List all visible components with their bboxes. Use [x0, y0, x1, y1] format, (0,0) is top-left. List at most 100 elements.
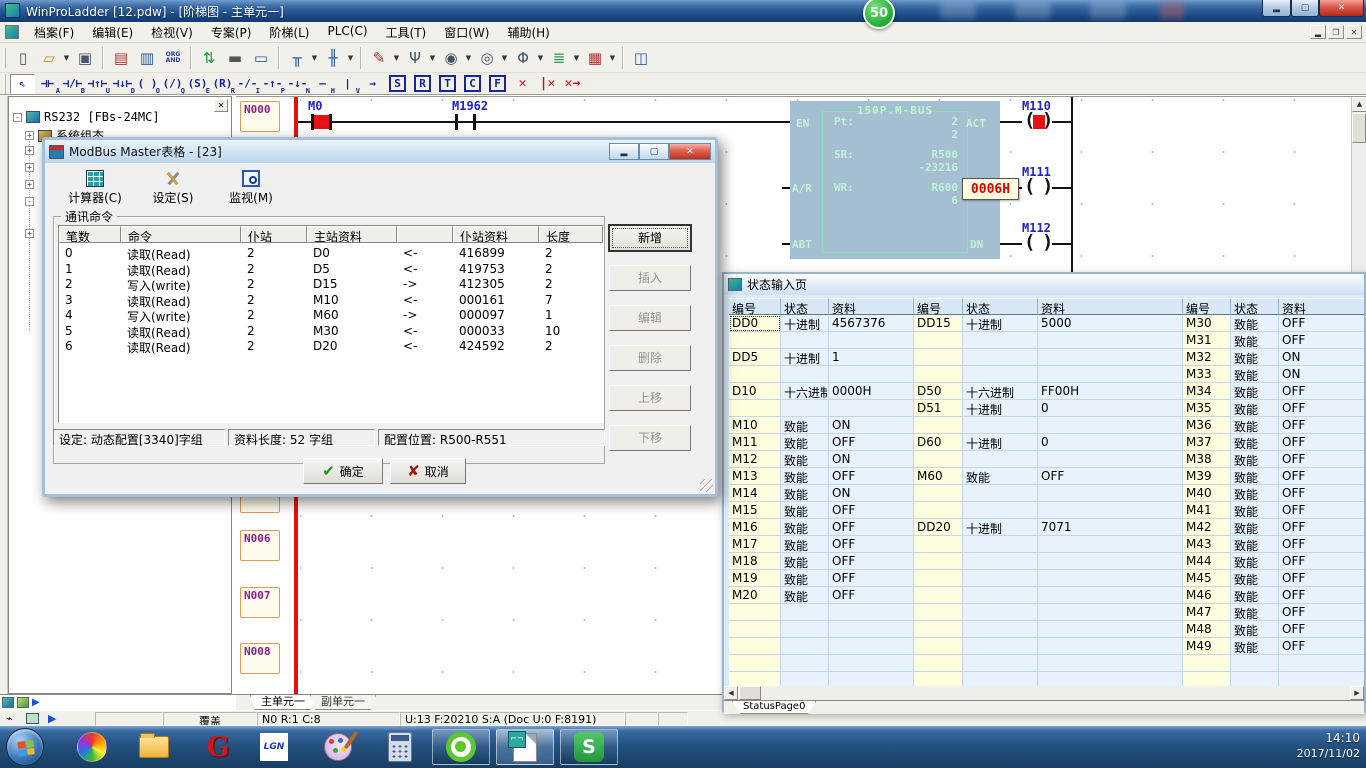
status-value-cell[interactable]: 致能 [781, 468, 829, 485]
edit-pencil-icon[interactable]: ✎ [367, 46, 391, 70]
menu-item-4[interactable]: 阶梯(L) [260, 22, 318, 43]
vertical-line-tool[interactable]: |V [335, 74, 360, 94]
status-value-cell[interactable]: 致能 [781, 502, 829, 519]
tree-expand-icon[interactable]: + [25, 146, 34, 155]
status-value-cell[interactable]: OFF [1279, 570, 1364, 587]
modbus-table-icon[interactable]: ▦ [583, 46, 607, 70]
status-id-cell[interactable] [914, 349, 963, 366]
inverted-coil-tool[interactable]: (/)Q [160, 74, 185, 94]
minimize-button[interactable]: ▂ [1262, 0, 1291, 17]
status-value-cell[interactable]: OFF [1279, 621, 1364, 638]
status-id-cell[interactable] [729, 655, 781, 672]
taskbar-lgn-icon[interactable]: LGN [252, 729, 296, 765]
status-id-cell[interactable]: M35 [1183, 400, 1231, 417]
status-value-cell[interactable]: 致能 [1231, 485, 1279, 502]
status-value-cell[interactable]: 致能 [1231, 570, 1279, 587]
status-value-cell[interactable]: 致能 [1231, 383, 1279, 400]
status-value-cell[interactable]: 十进制 [781, 315, 829, 332]
network-jump-icon[interactable]: ╥ [285, 46, 309, 70]
status-id-cell[interactable] [729, 604, 781, 621]
status-id-cell[interactable] [729, 400, 781, 417]
function-instruction-tool[interactable]: F [485, 74, 510, 94]
status-value-cell[interactable] [781, 332, 829, 349]
status-id-cell[interactable] [729, 638, 781, 655]
status-value-cell[interactable] [963, 672, 1038, 686]
status-page-tab[interactable]: StatusPage0 [732, 701, 816, 714]
status-id-cell[interactable]: M37 [1183, 434, 1231, 451]
status-value-cell[interactable] [829, 604, 914, 621]
status-value-cell[interactable]: OFF [829, 434, 914, 451]
open-file-icon[interactable]: ▱ [37, 46, 61, 70]
status-value-cell[interactable]: OFF [1279, 451, 1364, 468]
status-value-cell[interactable] [781, 604, 829, 621]
tray-clock[interactable]: 14:10 2017/11/02 [1297, 730, 1360, 762]
side-button-4[interactable]: 上移 [609, 385, 691, 411]
mdi-close-button[interactable]: ✕ [1346, 25, 1362, 39]
table-header-5[interactable]: 仆站资料 [453, 226, 539, 243]
status-id-cell[interactable]: M17 [729, 536, 781, 553]
rising-edge-tool[interactable]: -↑-P [260, 74, 285, 94]
status-value-cell[interactable] [1038, 332, 1183, 349]
status-id-cell[interactable] [729, 366, 781, 383]
status-id-cell[interactable] [914, 655, 963, 672]
status-value-cell[interactable]: OFF [1279, 604, 1364, 621]
status-value-cell[interactable]: 5000 [1038, 315, 1183, 332]
status-value-cell[interactable] [963, 638, 1038, 655]
side-button-5[interactable]: 下移 [609, 425, 691, 451]
status-value-cell[interactable]: 十六进制 [963, 383, 1038, 400]
status-value-cell[interactable]: 致能 [781, 434, 829, 451]
status-id-cell[interactable]: M44 [1183, 553, 1231, 570]
status-value-cell[interactable]: OFF [1038, 468, 1183, 485]
status-value-cell[interactable]: 致能 [781, 536, 829, 553]
return-instruction-tool[interactable]: R [410, 74, 435, 94]
status-value-cell[interactable]: OFF [1279, 638, 1364, 655]
status-value-cell[interactable] [829, 621, 914, 638]
status-id-cell[interactable] [914, 502, 963, 519]
status-value-cell[interactable]: 十进制 [963, 315, 1038, 332]
status-id-cell[interactable]: M41 [1183, 502, 1231, 519]
mdi-minimize-button[interactable]: ▂ [1310, 25, 1326, 39]
status-id-cell[interactable]: M32 [1183, 349, 1231, 366]
status-value-cell[interactable]: 致能 [1231, 417, 1279, 434]
status-id-cell[interactable] [914, 485, 963, 502]
status-value-cell[interactable]: 致能 [1231, 638, 1279, 655]
io-number-icon[interactable]: ⇅ [197, 46, 221, 70]
status-value-cell[interactable]: 十进制 [963, 400, 1038, 417]
settings-button[interactable]: 设定(S) [135, 170, 211, 206]
status-value-cell[interactable] [963, 570, 1038, 587]
status-value-cell[interactable] [963, 502, 1038, 519]
status-value-cell[interactable]: OFF [1279, 400, 1364, 417]
status-value-cell[interactable]: ON [829, 485, 914, 502]
status-value-cell[interactable]: 致能 [1231, 451, 1279, 468]
status-value-cell[interactable] [829, 400, 914, 417]
status-id-cell[interactable]: M18 [729, 553, 781, 570]
status-value-cell[interactable]: OFF [1279, 434, 1364, 451]
rung-label-N008[interactable]: N008 [240, 643, 280, 674]
status-id-cell[interactable]: M33 [1183, 366, 1231, 383]
tag-probe-icon[interactable]: Φ [511, 46, 535, 70]
status-value-cell[interactable]: 4567376 [829, 315, 914, 332]
status-value-cell[interactable]: OFF [1279, 417, 1364, 434]
status-value-cell[interactable] [829, 655, 914, 672]
status-value-cell[interactable] [1038, 672, 1183, 686]
table-header-2[interactable]: 仆站 [241, 226, 307, 243]
delete-row-tool[interactable]: ✕→ [560, 74, 585, 94]
status-id-cell[interactable]: D50 [914, 383, 963, 400]
status-id-cell[interactable]: M19 [729, 570, 781, 587]
contact-down-tool[interactable]: ⊣↓⊢D [110, 74, 135, 94]
status-value-cell[interactable]: OFF [1279, 315, 1364, 332]
status-value-cell[interactable]: OFF [829, 553, 914, 570]
status-id-cell[interactable]: M34 [1183, 383, 1231, 400]
status-id-cell[interactable] [914, 638, 963, 655]
status-value-cell[interactable]: 致能 [781, 485, 829, 502]
scroll-left-icon[interactable]: ◀ [724, 686, 738, 700]
status-value-cell[interactable]: 致能 [1231, 468, 1279, 485]
status-header-1[interactable]: 状态 [781, 298, 829, 315]
status-value-cell[interactable] [1038, 604, 1183, 621]
status-id-cell[interactable]: M38 [1183, 451, 1231, 468]
counter-instruction-tool[interactable]: C [460, 74, 485, 94]
status-value-cell[interactable] [1038, 417, 1183, 434]
scope-run-icon[interactable]: ◎ [475, 46, 499, 70]
status-value-cell[interactable]: OFF [1279, 536, 1364, 553]
menu-item-0[interactable]: 档案(F) [25, 22, 83, 43]
